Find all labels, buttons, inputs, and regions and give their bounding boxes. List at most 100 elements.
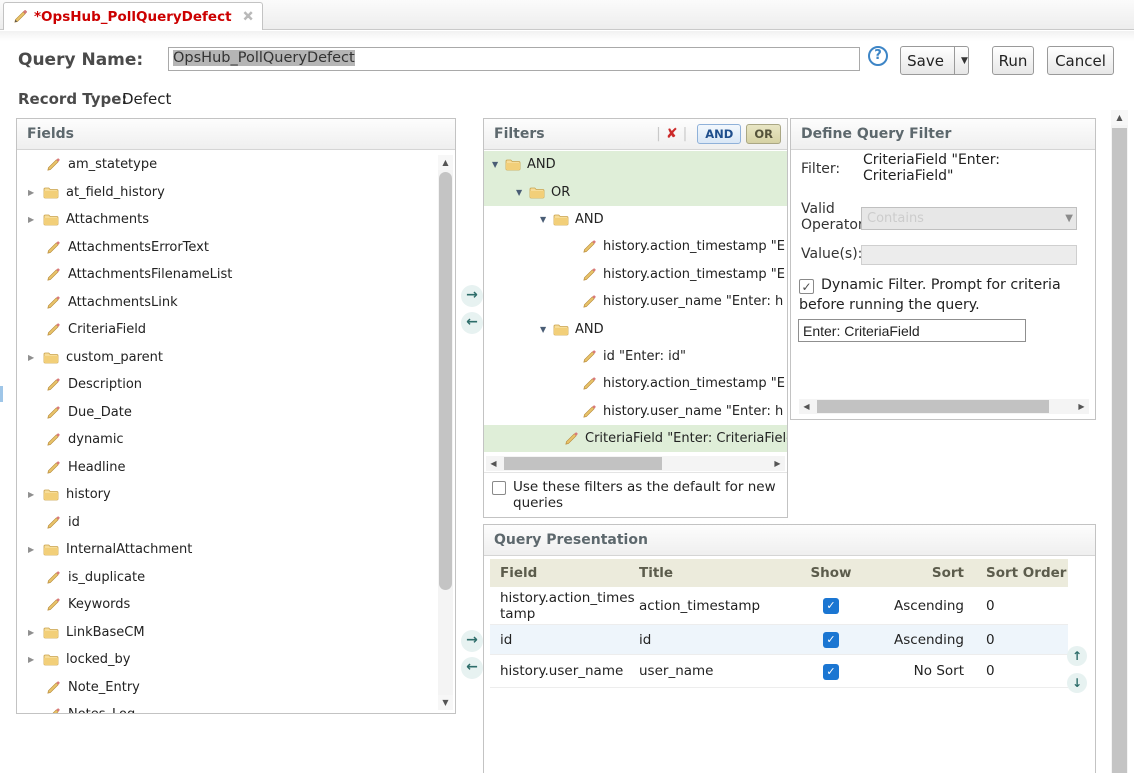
pencil-icon: [46, 707, 61, 713]
move-down-button[interactable]: ↓: [1067, 673, 1087, 693]
cell-sort[interactable]: No Sort: [875, 663, 974, 679]
filter-group-row[interactable]: ▼AND: [484, 151, 787, 178]
field-item[interactable]: is_duplicate: [17, 564, 455, 592]
field-item[interactable]: AttachmentsErrorText: [17, 234, 455, 262]
show-checkbox-checked[interactable]: ✓: [823, 632, 839, 648]
close-icon[interactable]: ❌︎: [244, 9, 253, 24]
scrollbar-thumb[interactable]: [1112, 128, 1127, 773]
pencil-icon: [46, 157, 61, 172]
expand-icon[interactable]: ▶: [28, 655, 38, 664]
field-folder-item[interactable]: ▶LinkBaseCM: [17, 619, 455, 647]
save-button[interactable]: Save ▼: [900, 46, 969, 75]
folder-icon: [43, 543, 59, 556]
move-left-button[interactable]: ←: [461, 312, 483, 334]
expand-icon[interactable]: ▶: [28, 490, 38, 499]
expand-icon[interactable]: ▶: [28, 188, 38, 197]
default-filters-option[interactable]: Use these filters as the default for new…: [484, 472, 787, 517]
move-up-button[interactable]: ↑: [1067, 646, 1087, 666]
help-icon[interactable]: ?: [868, 46, 888, 66]
filter-group-row[interactable]: ▼AND: [484, 206, 787, 233]
field-folder-item[interactable]: ▶history: [17, 481, 455, 509]
scroll-left-icon[interactable]: ◀: [486, 456, 501, 471]
define-hscrollbar[interactable]: ◀ ▶: [799, 399, 1089, 414]
dynamic-filter-checkbox[interactable]: ✓: [799, 279, 814, 294]
expand-icon[interactable]: ▶: [28, 353, 38, 362]
add-and-button[interactable]: AND: [697, 124, 741, 144]
field-item[interactable]: Keywords: [17, 591, 455, 619]
scrollbar-thumb[interactable]: [504, 457, 662, 470]
filter-criterion-row-selected[interactable]: CriteriaField "Enter: CriteriaField": [484, 425, 787, 452]
col-sort-order: Sort Order: [974, 565, 1068, 581]
field-item[interactable]: Headline: [17, 454, 455, 482]
page-scrollbar[interactable]: ▲: [1111, 110, 1128, 773]
field-folder-item[interactable]: ▶InternalAttachment: [17, 536, 455, 564]
filter-group-row[interactable]: ▼OR: [484, 178, 787, 205]
filter-criterion-row[interactable]: history.action_timestamp "E: [484, 370, 787, 397]
save-dropdown-caret-icon[interactable]: ▼: [954, 47, 974, 74]
field-item[interactable]: AttachmentsFilenameList: [17, 261, 455, 289]
show-checkbox-checked[interactable]: ✓: [823, 598, 839, 614]
tab-query[interactable]: *OpsHub_PollQueryDefect ❌︎: [3, 2, 263, 30]
filter-criterion-row[interactable]: history.action_timestamp "E: [484, 261, 787, 288]
query-name-input[interactable]: OpsHub_PollQueryDefect: [168, 47, 860, 71]
field-folder-item[interactable]: ▶at_field_history: [17, 179, 455, 207]
expand-icon[interactable]: ▶: [28, 545, 38, 554]
collapse-icon[interactable]: ▼: [540, 215, 550, 224]
scroll-right-icon[interactable]: ▶: [1074, 399, 1089, 414]
move-left-button[interactable]: ←: [461, 657, 483, 679]
dynamic-filter-option[interactable]: ✓Dynamic Filter. Prompt for criteria bef…: [799, 275, 1093, 315]
cell-sort[interactable]: Ascending: [875, 598, 974, 614]
expand-icon[interactable]: ▶: [28, 628, 38, 637]
expand-icon[interactable]: ▶: [28, 215, 38, 224]
collapse-icon[interactable]: ▼: [516, 188, 526, 197]
col-field: Field: [490, 565, 635, 581]
field-item[interactable]: CriteriaField: [17, 316, 455, 344]
field-item[interactable]: id: [17, 509, 455, 537]
filter-group-row[interactable]: ▼AND: [484, 315, 787, 342]
add-or-button[interactable]: OR: [746, 124, 781, 144]
collapse-icon[interactable]: ▼: [540, 325, 550, 334]
prompt-text-input[interactable]: [798, 319, 1026, 342]
field-folder-item[interactable]: ▶custom_parent: [17, 344, 455, 372]
field-item[interactable]: Due_Date: [17, 399, 455, 427]
query-editor-window: *OpsHub_PollQueryDefect ❌︎ Query Name: O…: [0, 0, 1134, 773]
table-row[interactable]: history.user_name user_name ✓ No Sort 0: [490, 655, 1068, 688]
scroll-up-icon[interactable]: ▲: [438, 155, 453, 170]
field-folder-item[interactable]: ▶Attachments: [17, 206, 455, 234]
filter-criterion-row[interactable]: history.user_name "Enter: h: [484, 398, 787, 425]
cell-sort-order[interactable]: 0: [974, 598, 1068, 614]
scrollbar-thumb[interactable]: [439, 172, 452, 590]
delete-filter-icon[interactable]: ✘: [666, 126, 678, 142]
scroll-right-icon[interactable]: ▶: [770, 456, 785, 471]
scroll-left-icon[interactable]: ◀: [799, 399, 814, 414]
field-item[interactable]: dynamic: [17, 426, 455, 454]
default-filters-checkbox[interactable]: [492, 481, 506, 495]
table-row[interactable]: history.action_timestamp action_timestam…: [490, 587, 1068, 625]
field-item[interactable]: Notes_Log: [17, 701, 455, 713]
field-item[interactable]: Description: [17, 371, 455, 399]
scrollbar-thumb[interactable]: [817, 400, 1049, 413]
collapse-icon[interactable]: ▼: [492, 160, 502, 169]
filter-criterion-row[interactable]: history.action_timestamp "E: [484, 233, 787, 260]
field-item[interactable]: am_statetype: [17, 151, 455, 179]
cell-sort[interactable]: Ascending: [875, 632, 974, 648]
field-item[interactable]: AttachmentsLink: [17, 289, 455, 317]
filters-hscrollbar[interactable]: ◀ ▶: [486, 456, 785, 471]
scroll-down-icon[interactable]: ▼: [438, 695, 453, 710]
table-row[interactable]: id id ✓ Ascending 0: [490, 625, 1068, 655]
cell-sort-order[interactable]: 0: [974, 632, 1068, 648]
save-button-label[interactable]: Save: [895, 52, 954, 70]
panel-collapse-handle[interactable]: [0, 386, 3, 402]
run-button[interactable]: Run: [992, 46, 1034, 75]
filter-criterion-row[interactable]: id "Enter: id": [484, 343, 787, 370]
scroll-up-icon[interactable]: ▲: [1111, 110, 1128, 125]
field-item[interactable]: Note_Entry: [17, 674, 455, 702]
field-folder-item[interactable]: ▶locked_by: [17, 646, 455, 674]
move-right-button[interactable]: →: [461, 630, 483, 652]
filter-criterion-row[interactable]: history.user_name "Enter: h: [484, 288, 787, 315]
cell-sort-order[interactable]: 0: [974, 663, 1068, 679]
move-right-button[interactable]: →: [461, 285, 483, 307]
cancel-button[interactable]: Cancel: [1047, 46, 1114, 75]
show-checkbox-checked[interactable]: ✓: [823, 664, 839, 680]
fields-scrollbar[interactable]: ▲ ▼: [438, 155, 453, 710]
